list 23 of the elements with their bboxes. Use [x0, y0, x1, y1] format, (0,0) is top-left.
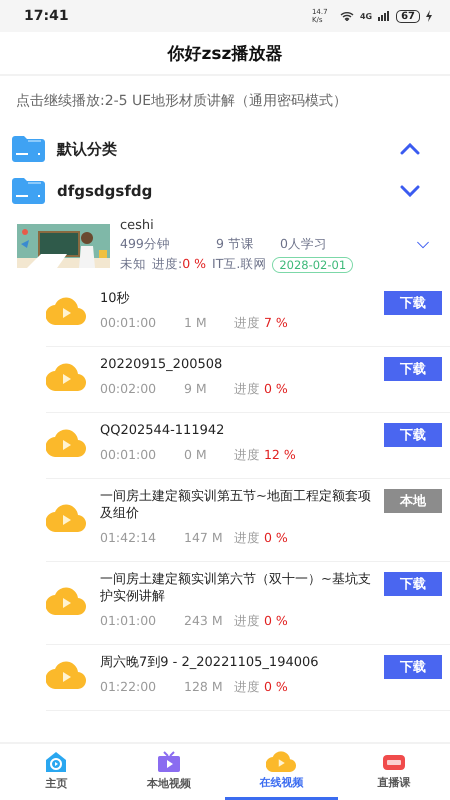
date-tag: 2028-02-01: [272, 256, 354, 272]
video-duration: 00:01:00: [100, 315, 158, 332]
video-duration: 00:01:00: [100, 447, 158, 464]
video-size: 1 M: [184, 315, 208, 332]
clock: 17:41: [24, 8, 69, 24]
progress-label: 进度:0 %: [152, 256, 206, 273]
course-status: 未知: [120, 256, 146, 273]
course-category: IT互.联网: [212, 256, 266, 273]
video-size: 128 M: [184, 679, 224, 696]
video-size: 243 M: [184, 613, 224, 630]
video-size: 0 M: [184, 447, 208, 464]
video-size: 147 M: [184, 530, 224, 547]
app-title: 你好zsz播放器: [168, 42, 282, 64]
battery-level: 67: [396, 10, 420, 22]
network-type: 4G: [360, 12, 372, 20]
video-size: 9 M: [184, 381, 208, 398]
learner-count: 0人学习: [280, 236, 327, 253]
video-duration: 01:01:00: [100, 613, 158, 630]
course-duration: 499分钟: [120, 236, 171, 253]
lesson-count: 9 节课: [216, 236, 255, 253]
video-duration: 01:22:00: [100, 679, 158, 696]
video-duration: 00:02:00: [100, 381, 158, 398]
video-duration: 01:42:14: [100, 530, 158, 547]
